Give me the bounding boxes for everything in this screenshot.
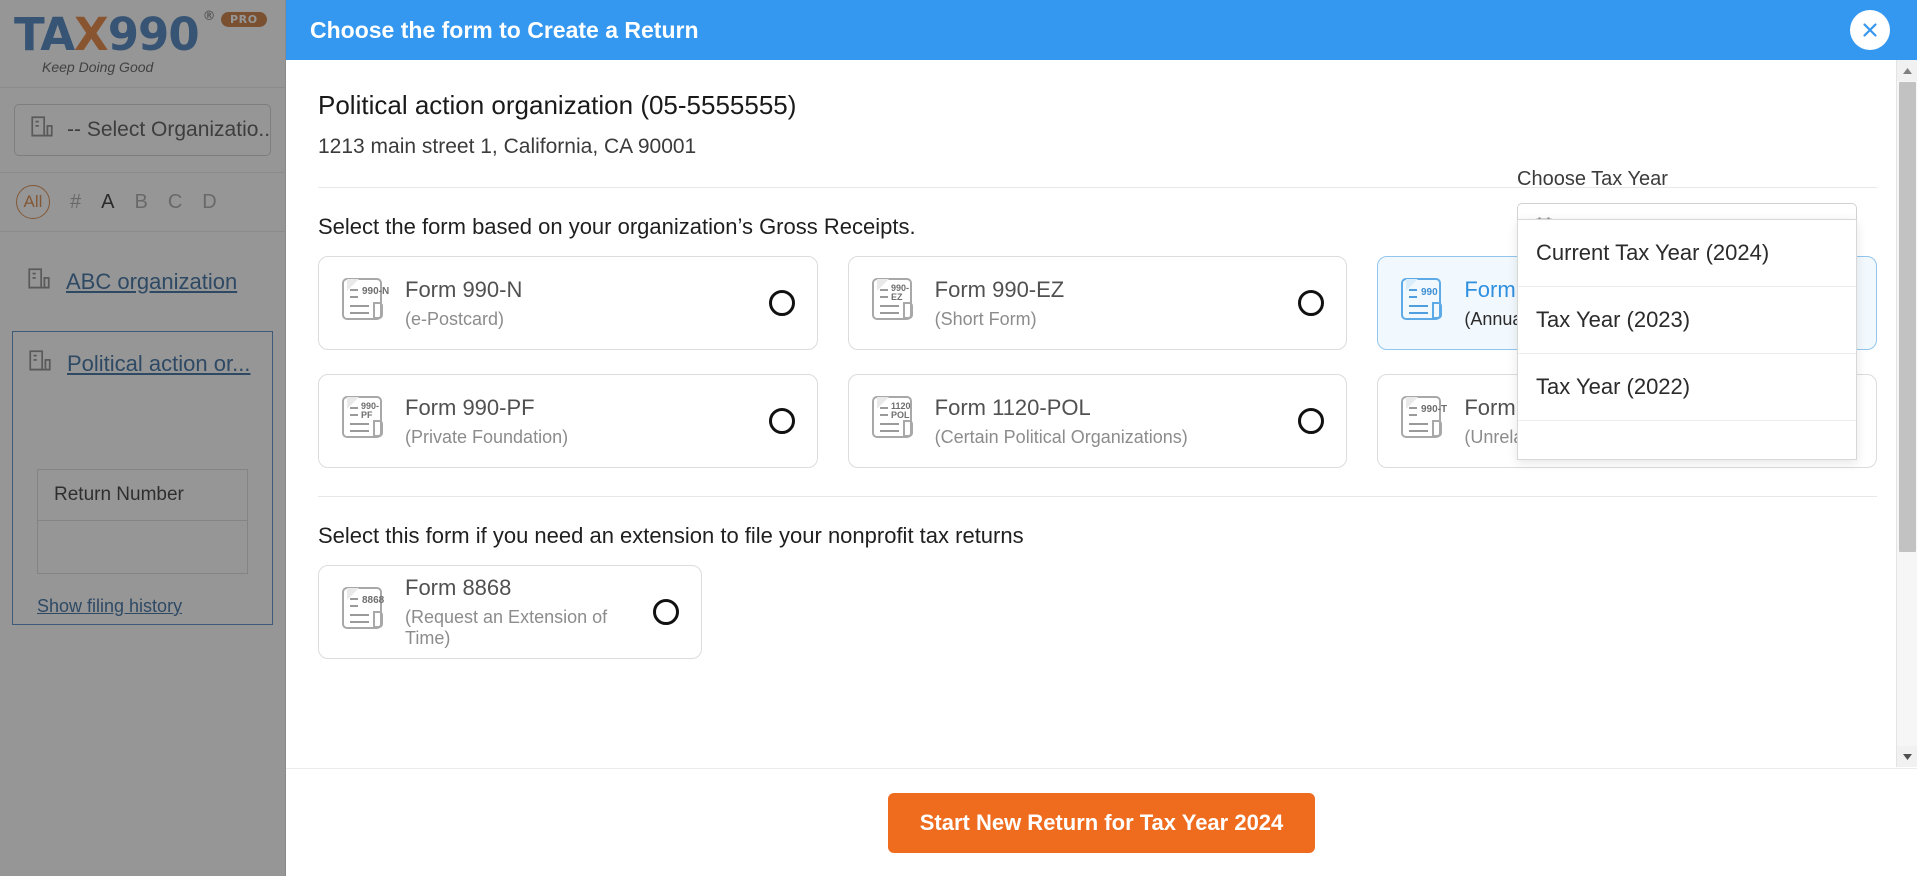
- scrollbar-thumb[interactable]: [1899, 82, 1916, 552]
- modal-footer: Start New Return for Tax Year 2024: [286, 768, 1917, 876]
- form-radio-990n[interactable]: [768, 290, 795, 316]
- form-card-subtitle: (Certain Political Organizations): [934, 426, 1188, 447]
- organization-summary: Political action organization (05-555555…: [318, 60, 1877, 159]
- svg-text:990-N: 990-N: [362, 286, 389, 297]
- create-return-modal: Choose the form to Create a Return Polit…: [286, 0, 1917, 876]
- svg-text:EZ: EZ: [891, 292, 903, 302]
- tax-year-menu-padding: [1518, 421, 1856, 459]
- form-card-title: Form 1120-POL: [934, 394, 1091, 420]
- divider: [318, 496, 1877, 497]
- form-card-text: Form 8868 (Request an Extension of Time): [405, 575, 653, 649]
- tax-year-option-2024[interactable]: Current Tax Year (2024): [1518, 220, 1856, 287]
- form-document-icon: 1120 POL: [869, 393, 919, 450]
- form-card-990pf[interactable]: 990- PF Form 990-PF (Private Foundation): [318, 374, 818, 468]
- svg-text:PF: PF: [361, 410, 373, 420]
- form-card-text: Form 990-N (e-Postcard): [405, 277, 769, 330]
- tax-year-selector: Choose Tax Year Current Tax Year (2024) …: [1517, 168, 1857, 460]
- extension-label: Select this form if you need an extensio…: [318, 523, 1024, 548]
- form-card-text: Form 1120-POL (Certain Political Organiz…: [935, 395, 1299, 448]
- form-card-8868[interactable]: 8868 Form 8868 (Request an Extension of …: [318, 565, 702, 659]
- form-card-title: Form 990-EZ: [934, 276, 1065, 302]
- form-card-title: Form 8868: [405, 575, 512, 600]
- svg-text:8868: 8868: [362, 595, 385, 606]
- tax-year-label: Choose Tax Year: [1517, 168, 1668, 190]
- modal-body: Political action organization (05-555555…: [286, 60, 1917, 768]
- organization-name: Political action organization: [318, 90, 634, 120]
- form-card-subtitle: (Short Form): [934, 308, 1037, 329]
- form-radio-1120pol[interactable]: [1298, 408, 1325, 434]
- modal-header: Choose the form to Create a Return: [286, 0, 1917, 60]
- form-card-subtitle: (Request an Extension of Time): [405, 607, 608, 648]
- form-radio-990pf[interactable]: [768, 408, 795, 434]
- form-card-990n[interactable]: 990-N Form 990-N (e-Postcard): [318, 256, 818, 350]
- form-card-990ez[interactable]: 990- EZ Form 990-EZ (Short Form): [847, 256, 1348, 350]
- tax-year-option-2022[interactable]: Tax Year (2022): [1518, 354, 1856, 421]
- form-card-text: Form 990-EZ (Short Form): [935, 277, 1299, 330]
- form-document-icon: 8868: [339, 584, 389, 641]
- start-new-return-button[interactable]: Start New Return for Tax Year 2024: [887, 792, 1316, 853]
- form-card-1120pol[interactable]: 1120 POL Form 1120-POL (Certain Politica…: [847, 374, 1348, 468]
- svg-text:POL: POL: [891, 410, 910, 420]
- organization-address: 1213 main street 1, California, CA 90001: [318, 135, 697, 158]
- form-card-title: Form 990-N: [405, 276, 523, 302]
- form-document-icon: 990-T: [1398, 393, 1448, 450]
- tax-year-dropdown-menu: Current Tax Year (2024) Tax Year (2023) …: [1517, 219, 1857, 460]
- close-icon[interactable]: [1850, 10, 1890, 50]
- form-radio-990ez[interactable]: [1298, 290, 1325, 316]
- form-card-subtitle: (Private Foundation): [405, 426, 569, 447]
- form-card-text: Form 990-PF (Private Foundation): [405, 395, 769, 448]
- scroll-down-icon[interactable]: [1897, 746, 1917, 767]
- form-document-icon: 990- EZ: [869, 275, 919, 332]
- modal-scrollbar[interactable]: [1896, 60, 1917, 767]
- form-document-icon: 990-N: [339, 275, 389, 332]
- organization-ein: (05-5555555): [640, 90, 797, 120]
- organization-name-row: Political action organization (05-555555…: [318, 90, 1877, 121]
- modal-title: Choose the form to Create a Return: [310, 16, 699, 43]
- tax-year-option-2023[interactable]: Tax Year (2023): [1518, 287, 1856, 354]
- svg-text:990-T: 990-T: [1421, 404, 1447, 415]
- form-card-title: Form 990-PF: [405, 394, 535, 420]
- form-document-icon: 990- PF: [339, 393, 389, 450]
- scroll-up-icon[interactable]: [1897, 60, 1917, 81]
- form-card-subtitle: (e-Postcard): [405, 308, 505, 329]
- form-document-icon: 990: [1398, 275, 1448, 332]
- svg-text:990: 990: [1421, 287, 1438, 298]
- form-radio-8868[interactable]: [653, 599, 679, 625]
